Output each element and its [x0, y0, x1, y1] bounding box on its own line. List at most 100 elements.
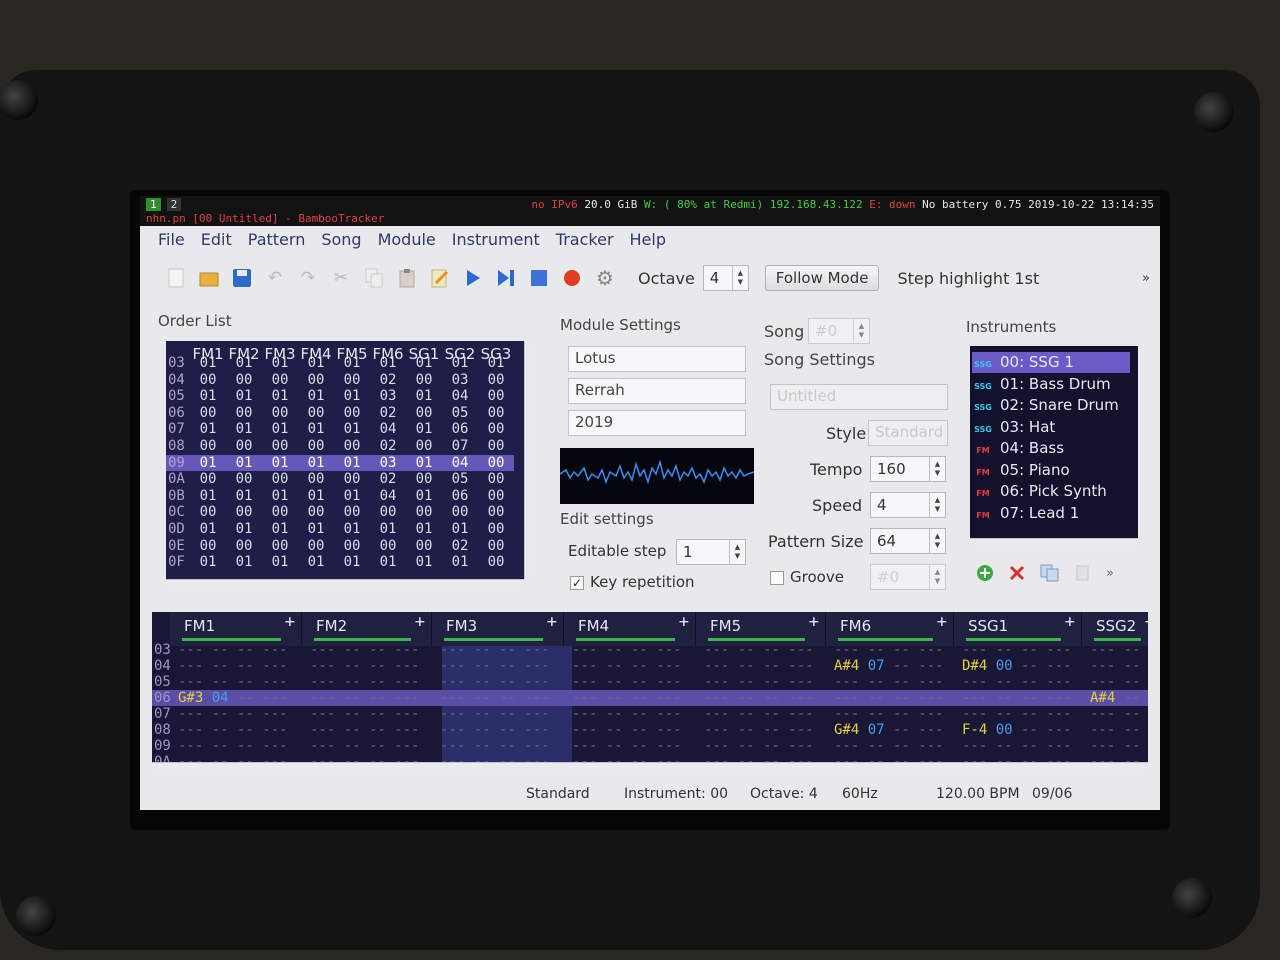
order-cell[interactable]: 01	[406, 455, 442, 472]
pattern-cell[interactable]: --- -- -- ---	[572, 690, 682, 706]
order-cell[interactable]: 00	[334, 372, 370, 389]
pattern-cell[interactable]: --- -- -- ---	[834, 674, 944, 690]
pattern-cell[interactable]: --- -- -- ---	[178, 754, 288, 762]
order-cell[interactable]: 03	[370, 388, 406, 405]
order-cell[interactable]: 00	[334, 405, 370, 422]
order-cell[interactable]: 00	[190, 504, 226, 521]
menu-instrument[interactable]: Instrument	[452, 230, 540, 249]
cut-icon[interactable]: ✂	[329, 266, 353, 290]
order-cell[interactable]: 00	[226, 438, 262, 455]
groove-row[interactable]: Groove	[770, 568, 844, 586]
order-cell[interactable]: 00	[478, 554, 514, 571]
pattern-cell[interactable]: --- -- -- ---	[834, 754, 944, 762]
pattern-cell[interactable]: --- -- -- ---	[440, 658, 550, 674]
instrument-item[interactable]: FM 05: Piano	[972, 460, 1130, 481]
pattern-cell[interactable]: --- -- -- ---	[704, 754, 814, 762]
order-cell[interactable]: 00	[190, 538, 226, 555]
add-effect-column-icon[interactable]: +	[1145, 612, 1148, 632]
instrument-item[interactable]: FM 06: Pick Synth	[972, 481, 1130, 502]
order-cell[interactable]: 00	[478, 438, 514, 455]
key-repetition-row[interactable]: ✓ Key repetition	[570, 573, 695, 591]
instrument-item[interactable]: FM 04: Bass	[972, 438, 1130, 459]
channel-header[interactable]: SSG1 +	[954, 612, 1082, 646]
order-cell[interactable]: 00	[226, 405, 262, 422]
order-cell[interactable]: 00	[262, 372, 298, 389]
pattern-cell[interactable]: --- -- -- ---	[962, 754, 1072, 762]
order-cell[interactable]: 00	[478, 388, 514, 405]
instrument-item[interactable]: SSG 02: Snare Drum	[972, 395, 1130, 416]
menu-help[interactable]: Help	[630, 230, 666, 249]
order-cell[interactable]: 00	[298, 538, 334, 555]
remove-icon[interactable]	[1008, 564, 1026, 582]
channel-header[interactable]: FM4 +	[564, 612, 696, 646]
instrument-item[interactable]: FM 07: Lead 1	[972, 503, 1130, 524]
pattern-cell[interactable]: --- --	[1090, 706, 1141, 722]
order-cell[interactable]: 00	[298, 405, 334, 422]
order-cell[interactable]: 05	[442, 405, 478, 422]
order-cell[interactable]: 07	[442, 438, 478, 455]
editable-step-spinbox[interactable]: 1 ▲ ▼	[676, 539, 746, 565]
pattern-cell[interactable]: --- -- -- ---	[178, 722, 288, 738]
order-cell[interactable]: 04	[442, 388, 478, 405]
order-cell[interactable]: 04	[442, 455, 478, 472]
copy-icon[interactable]	[362, 266, 386, 290]
spin-arrows-icon[interactable]: ▲ ▼	[929, 565, 945, 589]
order-cell[interactable]: 00	[442, 504, 478, 521]
order-cell[interactable]: 00	[334, 438, 370, 455]
order-cell[interactable]: 00	[478, 421, 514, 438]
order-cell[interactable]: 00	[478, 488, 514, 505]
order-cell[interactable]: 00	[298, 438, 334, 455]
order-cell[interactable]: 01	[298, 455, 334, 472]
order-row[interactable]: 0A 00 00 00 00 00 02 00 05 00	[166, 471, 514, 488]
order-cell[interactable]: 01	[262, 421, 298, 438]
channel-header[interactable]: FM2 +	[302, 612, 432, 646]
pattern-cell[interactable]: --- --	[1090, 722, 1141, 738]
order-cell[interactable]: 00	[226, 471, 262, 488]
speed-spinbox[interactable]: 4 ▲ ▼	[870, 492, 946, 518]
order-cell[interactable]: 01	[262, 488, 298, 505]
order-cell[interactable]: 06	[442, 421, 478, 438]
pattern-cell[interactable]: --- -- -- ---	[704, 722, 814, 738]
pattern-note-cell[interactable]: A#4 07	[834, 658, 885, 674]
pattern-cell[interactable]: --- -- -- ---	[962, 690, 1072, 706]
pattern-cell[interactable]: --- -- -- ---	[704, 658, 814, 674]
order-cell[interactable]: 00	[406, 405, 442, 422]
order-cell[interactable]: 00	[262, 405, 298, 422]
order-cell[interactable]: 01	[334, 554, 370, 571]
workspace-2[interactable]: 2	[166, 198, 182, 211]
order-cell[interactable]: 00	[334, 504, 370, 521]
order-cell[interactable]: 00	[190, 438, 226, 455]
order-cell[interactable]: 06	[442, 488, 478, 505]
order-cell[interactable]: 00	[226, 372, 262, 389]
order-cell[interactable]: 02	[370, 405, 406, 422]
menu-module[interactable]: Module	[378, 230, 436, 249]
follow-mode-button[interactable]: Follow Mode	[764, 265, 880, 291]
pattern-cell[interactable]: --- -- -- ---	[572, 658, 682, 674]
order-cell[interactable]: 02	[370, 372, 406, 389]
order-cell[interactable]: 04	[370, 488, 406, 505]
order-cell[interactable]: 01	[226, 455, 262, 472]
add-effect-column-icon[interactable]: +	[1065, 612, 1075, 632]
pattern-cell[interactable]: --- -- -- ---	[178, 706, 288, 722]
order-cell[interactable]: 01	[442, 521, 478, 538]
order-list-vscrollbar[interactable]	[524, 341, 542, 579]
pattern-row[interactable]: 0A --- -- -- --- --- -- -- --- --- -- -- --…	[152, 754, 1148, 762]
order-list[interactable]: 03 01 01 01 01 01 01 01 01 01 04 00 00 00 00 00 02 00 03 00…	[166, 341, 524, 579]
order-cell[interactable]: 00	[370, 504, 406, 521]
order-cell[interactable]: 01	[262, 455, 298, 472]
spin-arrows-icon[interactable]: ▲ ▼	[929, 529, 945, 553]
order-row[interactable]: 0D 01 01 01 01 01 01 01 01 00	[166, 521, 514, 538]
order-cell[interactable]: 01	[334, 421, 370, 438]
pattern-cell[interactable]: --- -- -- ---	[440, 690, 550, 706]
order-cell[interactable]: 00	[406, 538, 442, 555]
order-row[interactable]: 0F 01 01 01 01 01 01 01 01 00	[166, 554, 514, 571]
menu-pattern[interactable]: Pattern	[248, 230, 306, 249]
pattern-cell[interactable]: --- --	[1090, 658, 1141, 674]
channel-header[interactable]: FM1 +	[170, 612, 302, 646]
toolbar-overflow-icon[interactable]: »	[1142, 271, 1150, 286]
pattern-cell[interactable]: --- -- -- ---	[704, 706, 814, 722]
order-cell[interactable]: 01	[190, 388, 226, 405]
pattern-note-cell[interactable]: G#3 04	[178, 690, 229, 706]
module-copyright-field[interactable]: 2019	[568, 410, 746, 436]
order-cell[interactable]: 00	[226, 538, 262, 555]
